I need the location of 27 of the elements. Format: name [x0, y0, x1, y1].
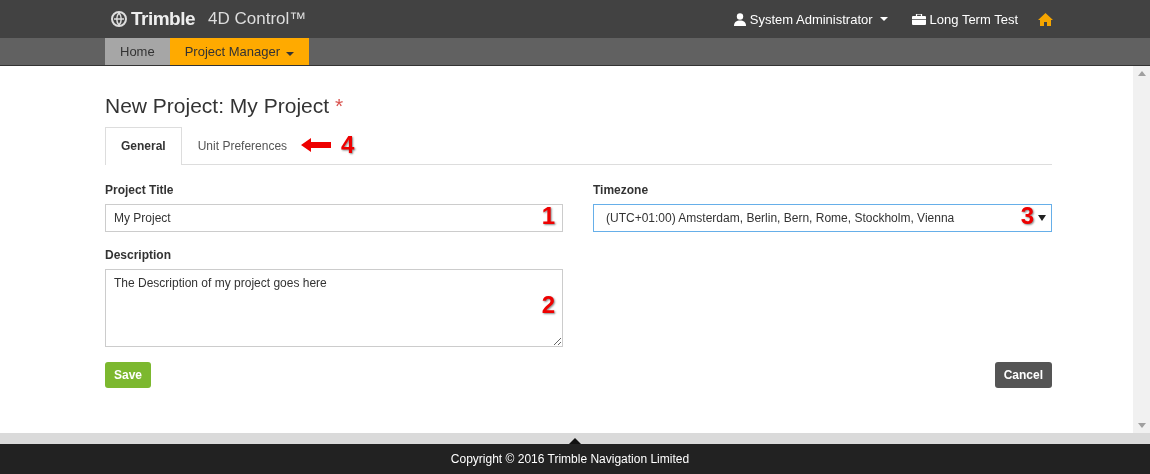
scroll-down-icon[interactable]: [1137, 423, 1146, 428]
field-label: Project Title: [105, 183, 175, 197]
field-label: Description: [105, 248, 172, 262]
globe-logo-icon: [110, 10, 128, 28]
copyright-text: Copyright © 2016 Trimble Navigation Limited: [450, 452, 690, 466]
home-icon[interactable]: [1038, 12, 1053, 26]
annotation-number: 4: [341, 131, 355, 159]
annotation-number: 2: [541, 291, 555, 319]
user-icon: [733, 12, 746, 26]
scrollbar[interactable]: [1133, 66, 1150, 433]
nav-tab[interactable]: Home: [105, 38, 170, 65]
brand-name: Trimble: [131, 8, 196, 30]
page-title: New Project: My Project: [105, 94, 330, 117]
field-label: Timezone: [593, 183, 650, 197]
scroll-up-icon[interactable]: [1137, 71, 1146, 76]
project-link[interactable]: Long Term Test: [911, 11, 1018, 27]
annotation-number: 3: [1020, 202, 1034, 230]
tab[interactable]: General: [105, 126, 182, 165]
annotation-arrow: [301, 138, 332, 152]
user-menu[interactable]: System Administrator: [733, 11, 888, 27]
cancel-button[interactable]: Cancel: [994, 362, 1052, 388]
briefcase-icon: [911, 13, 926, 25]
tab[interactable]: Unit Preferences: [181, 126, 304, 165]
product-name: 4D Control™: [208, 9, 307, 29]
annotation-number: 1: [541, 202, 555, 230]
nav-tab[interactable]: Project Manager: [169, 38, 310, 65]
required-mark: *: [334, 94, 344, 117]
